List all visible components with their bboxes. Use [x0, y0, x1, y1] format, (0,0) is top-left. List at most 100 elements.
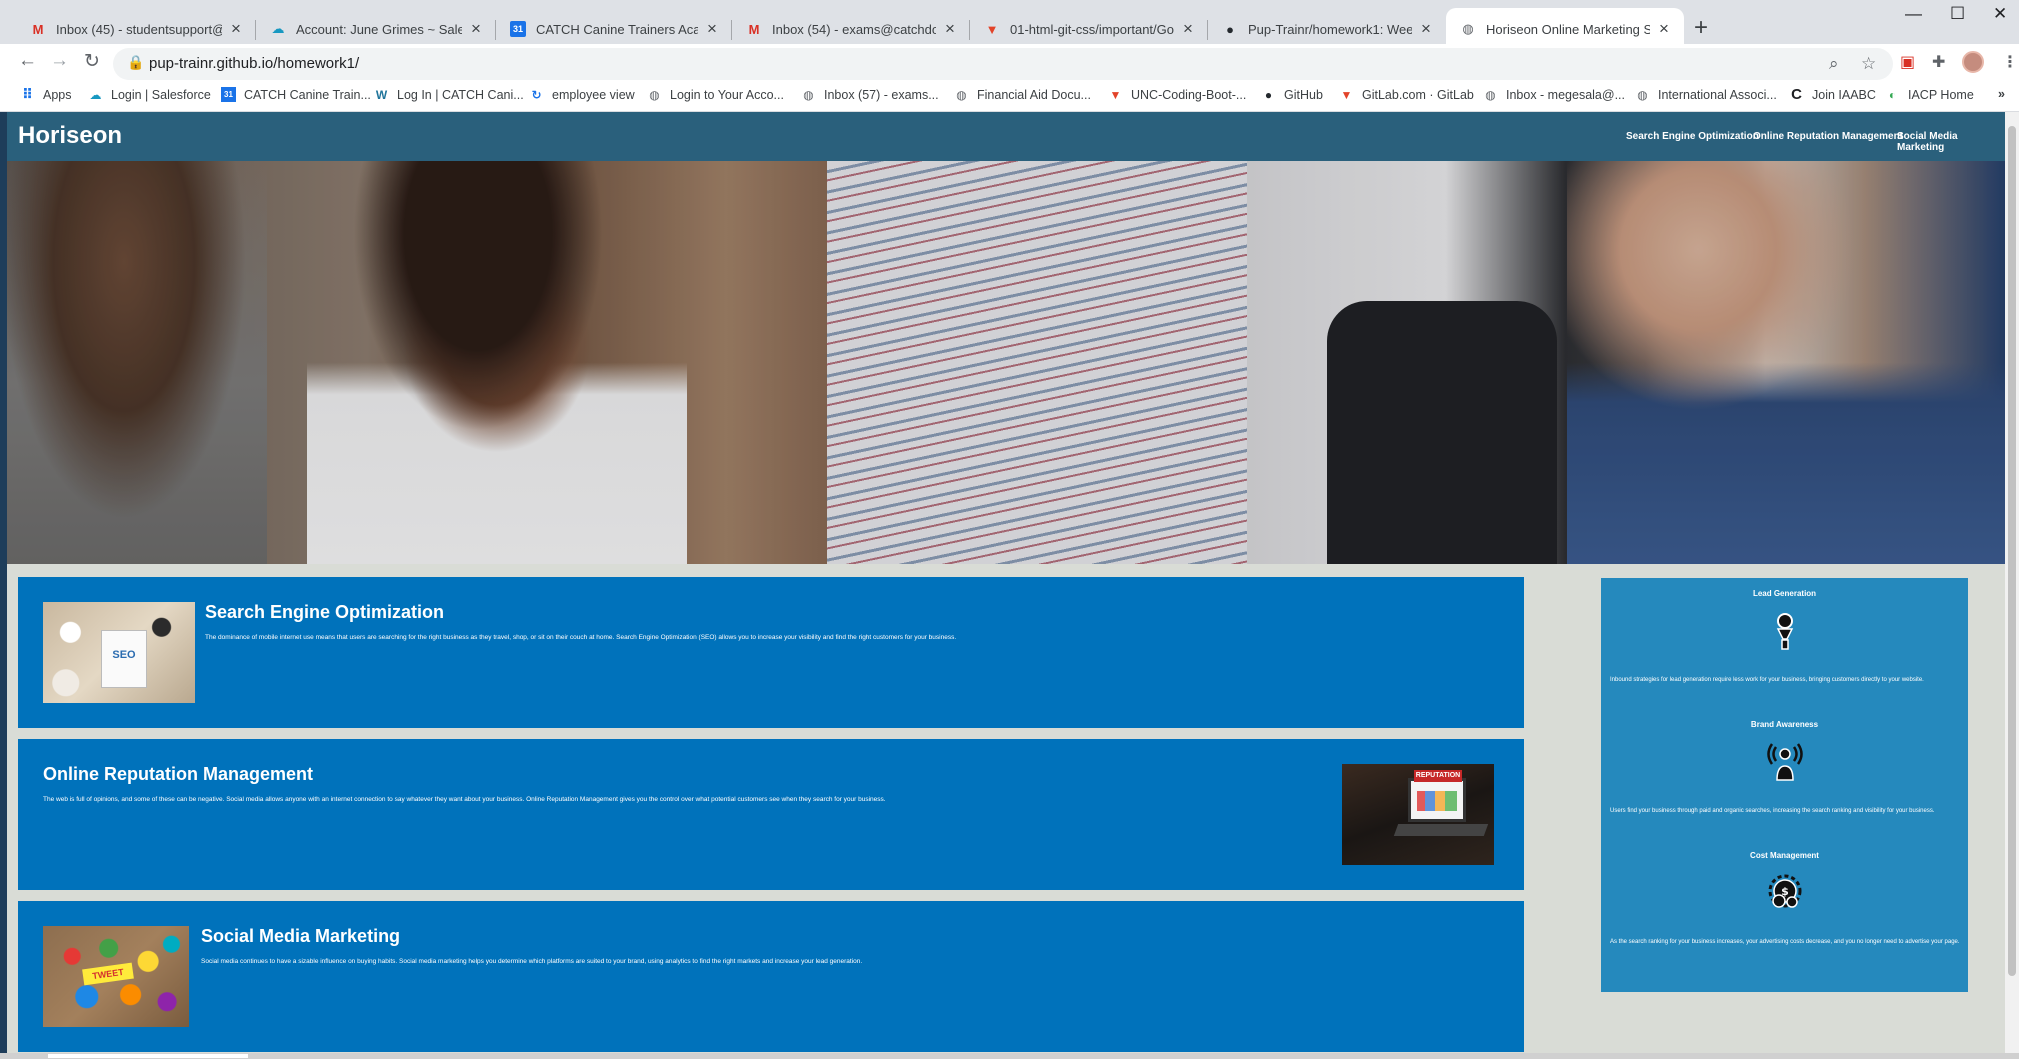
globe-icon: ◍	[803, 87, 814, 102]
bookmark-employee-view[interactable]: ↻ employee view	[529, 87, 635, 102]
url-text[interactable]: pup-trainr.github.io/homework1/	[149, 55, 359, 72]
site-header: Horiseon Search Engine Optimization Onli…	[7, 112, 2005, 161]
close-tab-icon[interactable]: ×	[1418, 19, 1434, 39]
reload-icon[interactable]: ↻	[84, 50, 100, 73]
bookmarks-overflow-button[interactable]: »	[1998, 87, 2005, 101]
nav-link-social-media[interactable]: Social Media Marketing	[1897, 131, 2005, 153]
browser-toolbar: ← → ↻ 🔒 pup-trainr.github.io/homework1/ …	[0, 44, 2019, 82]
bookmark-star-icon[interactable]: ☆	[1861, 54, 1876, 74]
benefit-title: Lead Generation	[1752, 589, 1817, 598]
benefit-cost-management: Cost Management $ As the search ranking …	[1601, 851, 1968, 971]
calendar-icon: 31	[510, 21, 526, 37]
reputation-image: REPUTATION	[1342, 764, 1494, 865]
back-icon[interactable]: ←	[18, 50, 37, 72]
salesforce-icon: ☁	[271, 21, 285, 36]
bookmark-label: GitHub	[1284, 87, 1323, 102]
bookmark-label: IACP Home	[1908, 87, 1974, 102]
zoom-icon[interactable]: ⌕	[1829, 54, 1839, 74]
bookmark-unc-bootcamp[interactable]: ▼ UNC-Coding-Boot-...	[1108, 87, 1247, 102]
bookmark-gitlab[interactable]: ▼ GitLab.com · GitLab	[1339, 87, 1474, 102]
nav-link-seo[interactable]: Search Engine Optimization	[1626, 131, 1759, 142]
close-tab-icon[interactable]: ×	[1656, 19, 1672, 39]
bookmark-login-account[interactable]: ◍ Login to Your Acco...	[647, 87, 784, 102]
globe-icon: ◍	[1637, 87, 1648, 102]
reputation-badge: REPUTATION	[1414, 770, 1462, 782]
close-tab-icon[interactable]: ×	[1180, 19, 1196, 39]
bookmark-label: Financial Aid Docu...	[977, 87, 1091, 102]
taskbar-thumb	[48, 1054, 248, 1058]
scrollbar-thumb[interactable]	[2008, 126, 2016, 976]
tab-title: Account: June Grimes ~ Salesfor	[296, 21, 462, 37]
refresh-icon: ↻	[531, 87, 542, 102]
bookmark-label: Join IAABC	[1812, 87, 1876, 102]
hero-image	[7, 161, 2005, 564]
wordpress-icon: W	[375, 87, 388, 102]
bookmarks-bar: ⠿ Apps ☁ Login | Salesforce 31 CATCH Can…	[0, 82, 2019, 112]
address-bar[interactable]: 🔒 pup-trainr.github.io/homework1/ ⌕ ☆	[113, 48, 1893, 80]
maximize-icon[interactable]: ☐	[1950, 4, 1965, 24]
tab-title: Inbox (45) - studentsupport@cat	[56, 21, 222, 37]
lead-generation-icon	[1776, 613, 1794, 650]
bookmark-label: UNC-Coding-Boot-...	[1131, 87, 1247, 102]
cost-management-icon: $	[1768, 874, 1802, 908]
taskbar-strip	[0, 1053, 2019, 1059]
minimize-icon[interactable]: —	[1905, 4, 1922, 24]
gitlab-icon: ▼	[1340, 87, 1353, 102]
bookmark-label: Inbox - megesala@...	[1506, 87, 1625, 102]
seo-image: SEO	[43, 602, 195, 703]
close-tab-icon[interactable]: ×	[468, 19, 484, 39]
github-icon: ●	[1226, 21, 1234, 37]
gitlab-icon: ▼	[1109, 87, 1122, 102]
bookmark-catch-train[interactable]: 31 CATCH Canine Train...	[221, 87, 371, 102]
bookmark-international-assoc[interactable]: ◍ International Associ...	[1635, 87, 1777, 102]
bookmark-join-iaabc[interactable]: C Join IAABC	[1789, 86, 1876, 103]
bookmark-iacp-home[interactable]: ◐ IACP Home	[1885, 87, 1974, 102]
tab-title: Inbox (54) - exams@catchdogtra	[772, 21, 936, 37]
benefit-text: Inbound strategies for lead generation r…	[1610, 677, 1924, 683]
vertical-scrollbar[interactable]	[2005, 112, 2019, 1053]
bookmark-github[interactable]: ● GitHub	[1261, 87, 1323, 102]
new-tab-icon[interactable]: +	[1694, 14, 1708, 42]
close-window-icon[interactable]: ✕	[1993, 4, 2007, 24]
menu-kebab-icon[interactable]: ⋮	[2002, 52, 2018, 72]
horiseon-page: Horiseon Search Engine Optimization Onli…	[7, 112, 2005, 1053]
bookmark-salesforce-login[interactable]: ☁ Login | Salesforce	[88, 87, 211, 102]
section-title: Online Reputation Management	[43, 764, 314, 784]
tab-title: CATCH Canine Trainers Academy	[536, 21, 698, 37]
section-seo: SEO Search Engine Optimization The domin…	[18, 577, 1524, 728]
globe-icon: ◍	[1485, 87, 1496, 102]
laptop-keyboard	[1393, 824, 1489, 836]
salesforce-icon: ☁	[89, 87, 102, 102]
social-media-image: TWEET	[43, 926, 189, 1027]
tab-title: 01-html-git-css/important/Good	[1010, 21, 1174, 37]
close-tab-icon[interactable]: ×	[704, 19, 720, 39]
extensions-puzzle-icon[interactable]: ✚	[1932, 52, 1945, 72]
globe-icon: ◍	[1462, 21, 1474, 36]
close-tab-icon[interactable]: ×	[228, 19, 244, 39]
section-title: Search Engine Optimization	[205, 602, 445, 622]
site-logo[interactable]: Horiseon	[18, 122, 122, 150]
forward-icon[interactable]: →	[50, 50, 69, 72]
bookmark-label: employee view	[552, 87, 635, 102]
nav-link-reputation[interactable]: Online Reputation Management	[1753, 131, 1903, 142]
lock-icon[interactable]: 🔒	[127, 54, 144, 71]
gitlab-icon: ▼	[985, 21, 999, 37]
benefit-text: As the search ranking for your business …	[1610, 939, 1960, 945]
benefit-title: Cost Management	[1750, 851, 1819, 860]
bookmark-catch-login[interactable]: W Log In | CATCH Cani...	[374, 87, 524, 102]
calendar-icon: 31	[221, 87, 236, 102]
benefits-aside: Lead Generation Inbound strategies for l…	[1601, 578, 1968, 992]
bookmark-inbox-megesala[interactable]: ◍ Inbox - megesala@...	[1483, 87, 1625, 102]
profile-avatar[interactable]	[1962, 51, 1984, 73]
close-tab-icon[interactable]: ×	[942, 19, 958, 39]
section-title: Social Media Marketing	[201, 926, 401, 946]
extension-red-icon[interactable]: ▣	[1900, 52, 1915, 72]
bookmark-label: CATCH Canine Train...	[244, 87, 371, 102]
bookmark-inbox-exams[interactable]: ◍ Inbox (57) - exams...	[801, 87, 938, 102]
bookmark-label: Login | Salesforce	[111, 87, 211, 102]
bookmark-apps[interactable]: ⠿ Apps	[20, 86, 71, 102]
bookmark-financial-aid[interactable]: ◍ Financial Aid Docu...	[954, 87, 1091, 102]
globe-icon: ◍	[649, 87, 660, 102]
brand-awareness-icon	[1767, 743, 1803, 781]
section-social-media: TWEET Social Media Marketing Social medi…	[18, 901, 1524, 1052]
